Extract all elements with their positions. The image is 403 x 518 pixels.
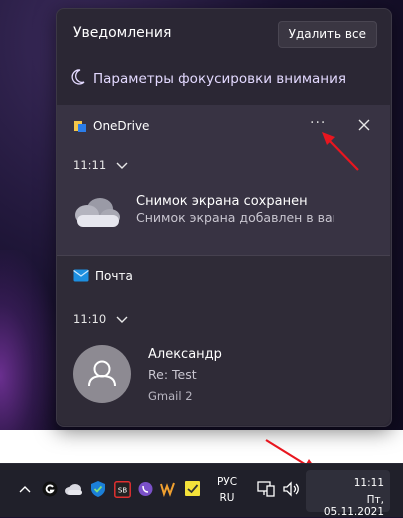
mail-app-header: Почта xyxy=(73,268,133,288)
tray-notes-icon[interactable] xyxy=(182,475,204,503)
tray-g-app-icon[interactable] xyxy=(40,475,60,503)
chevron-up-icon xyxy=(19,486,31,493)
volume-icon[interactable] xyxy=(280,475,302,503)
taskbar-time: 11:11 xyxy=(353,477,384,489)
focus-assist-label: Параметры фокусировки внимания xyxy=(93,71,347,87)
onedrive-time: 11:11 xyxy=(73,158,107,172)
tray-viber-icon[interactable] xyxy=(135,475,155,503)
input-language-indicator[interactable]: РУС RU xyxy=(212,476,242,505)
svg-text:SB: SB xyxy=(117,486,126,494)
taskbar-date: Пт, 05.11.2021 xyxy=(323,494,384,518)
onedrive-app-header: OneDrive xyxy=(73,118,149,138)
arrow-icon xyxy=(322,132,359,171)
focus-assist-settings-link[interactable]: Параметры фокусировки внимания xyxy=(71,69,346,93)
mail-notification-card[interactable] xyxy=(72,340,372,410)
tray-onedrive-icon[interactable] xyxy=(63,475,85,503)
onedrive-icon xyxy=(74,120,86,132)
moon-icon xyxy=(71,69,89,89)
white-strip xyxy=(0,430,403,463)
notification-center-title: Уведомления xyxy=(73,25,172,41)
notification-header: Уведомления Удалить все xyxy=(57,9,391,57)
tray-sb-app-icon[interactable]: SB xyxy=(112,475,132,503)
onedrive-notification-card[interactable] xyxy=(136,190,376,234)
onedrive-time-toggle[interactable]: 11:11 xyxy=(73,158,128,172)
mail-app-name: Почта xyxy=(95,268,133,283)
mail-icon xyxy=(73,269,89,282)
network-icon[interactable] xyxy=(255,475,277,503)
chevron-down-icon xyxy=(116,316,128,323)
clear-all-button[interactable]: Удалить все xyxy=(277,21,377,48)
show-hidden-icons-button[interactable] xyxy=(16,475,34,503)
tray-winamp-icon[interactable] xyxy=(158,475,178,503)
mail-time-toggle[interactable]: 11:10 xyxy=(73,312,128,326)
mail-time: 11:10 xyxy=(73,312,107,326)
taskbar-clock[interactable]: 11:11 Пт, 05.11.2021 xyxy=(306,470,390,518)
language-line1: РУС xyxy=(216,476,238,488)
chevron-down-icon xyxy=(116,162,128,169)
tray-security-icon[interactable] xyxy=(88,475,108,503)
onedrive-app-name: OneDrive xyxy=(93,118,150,133)
cloud-icon xyxy=(72,195,124,231)
language-line2: RU xyxy=(219,492,235,504)
